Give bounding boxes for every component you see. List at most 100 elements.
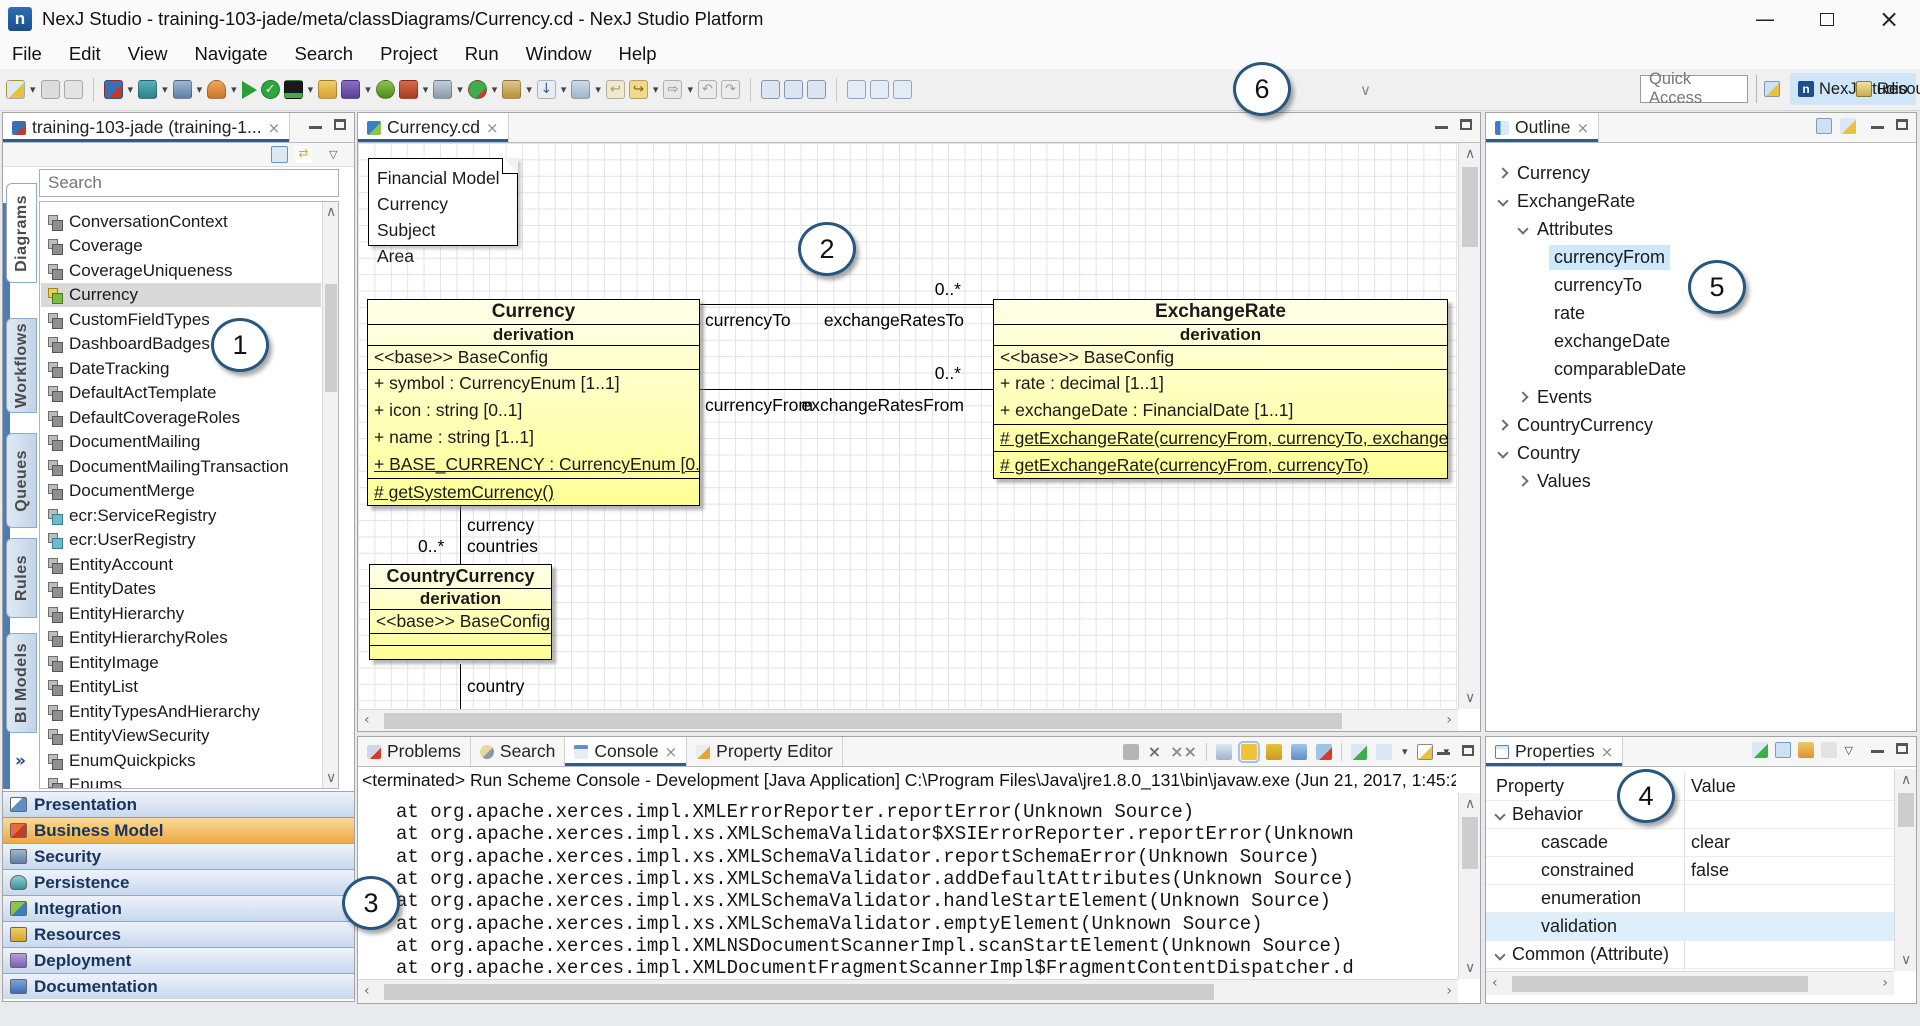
class-exchange-rate[interactable]: ExchangeRate derivation <<base>> BaseCon… <box>993 299 1448 479</box>
property-value[interactable]: false <box>1691 860 1729 881</box>
class-attribute-static[interactable]: + BASE_CURRENCY : CurrencyEnum [0..1] <box>368 451 699 478</box>
new-wizard-caret-icon[interactable]: ▾ <box>30 83 36 96</box>
scrollbar-thumb[interactable] <box>384 713 1342 729</box>
navigator-search-input[interactable] <box>39 169 339 197</box>
import-caret-icon[interactable]: ▾ <box>561 83 567 96</box>
tab-properties[interactable]: Properties × <box>1486 737 1623 766</box>
scrollbar-thumb[interactable] <box>384 984 1214 1000</box>
maximize-panel-icon[interactable] <box>1460 119 1472 130</box>
menu-window[interactable]: Window <box>526 43 592 65</box>
model-icon[interactable] <box>104 80 123 99</box>
layer-integration[interactable]: Integration <box>3 895 354 921</box>
minimize-panel-icon[interactable] <box>1435 120 1448 129</box>
minimize-panel-icon[interactable] <box>309 120 322 129</box>
menu-run[interactable]: Run <box>465 43 499 65</box>
assoc-role-currency[interactable]: currency <box>467 515 534 536</box>
column-header-value[interactable]: Value <box>1691 776 1736 797</box>
display-console-caret-icon[interactable]: ▾ <box>1402 745 1408 758</box>
layer-presentation[interactable]: Presentation <box>3 791 354 817</box>
report-caret-icon[interactable]: ▾ <box>457 83 463 96</box>
assoc-role-countries[interactable]: countries <box>467 536 538 557</box>
new-property-icon[interactable] <box>1752 742 1768 758</box>
properties-vscrollbar[interactable]: ∧ ∨ <box>1894 769 1916 971</box>
console-vscrollbar[interactable]: ∧ ∨ <box>1458 793 1480 979</box>
quick-access-input[interactable]: Quick Access <box>1640 75 1748 103</box>
scroll-right-icon[interactable]: › <box>1446 713 1452 727</box>
chevron-right-icon[interactable] <box>1517 475 1528 486</box>
publish-caret-icon[interactable]: ▾ <box>423 83 429 96</box>
tree-node-comparableDate[interactable]: comparableDate <box>1486 355 1914 383</box>
close-icon[interactable]: × <box>268 119 281 137</box>
maximize-panel-icon[interactable] <box>1896 119 1908 130</box>
scroll-up-icon[interactable]: ∧ <box>1901 773 1911 787</box>
open-perspective-icon[interactable] <box>1764 81 1780 97</box>
menu-file[interactable]: File <box>12 43 42 65</box>
scroll-up-icon[interactable]: ∧ <box>326 205 336 219</box>
menu-help[interactable]: Help <box>618 43 656 65</box>
perspective-resource-button[interactable]: Resource <box>1848 73 1920 105</box>
close-icon[interactable]: × <box>1601 743 1614 761</box>
scheme-run-icon[interactable] <box>468 80 487 99</box>
package-icon[interactable] <box>318 80 337 99</box>
close-icon[interactable]: × <box>1576 119 1589 137</box>
list-item[interactable]: DefaultActTemplate <box>41 381 321 405</box>
scroll-left-icon[interactable]: ‹ <box>1492 976 1498 990</box>
scroll-left-icon[interactable]: ‹ <box>364 713 370 727</box>
tab-property-editor[interactable]: Property Editor <box>687 737 843 766</box>
console-launch-icon[interactable] <box>284 80 303 99</box>
property-group-common-attribute[interactable]: Common (Attribute) <box>1486 941 1894 969</box>
display-console-icon[interactable] <box>1376 744 1392 760</box>
show-console-on-error-icon[interactable] <box>1316 744 1332 760</box>
forward-caret-icon[interactable]: ▾ <box>687 83 693 96</box>
list-item[interactable]: DocumentMailingTransaction <box>41 455 321 479</box>
chevron-down-icon[interactable] <box>1494 809 1505 820</box>
server-icon[interactable] <box>173 80 192 99</box>
class-attribute[interactable]: + symbol : CurrencyEnum [1..1] <box>368 370 699 397</box>
new-wizard-icon[interactable] <box>6 80 25 99</box>
chevron-right-icon[interactable] <box>1497 167 1508 178</box>
tree-node-exchangeDate[interactable]: exchangeDate <box>1486 327 1914 355</box>
scrollbar-thumb[interactable] <box>325 284 337 392</box>
redo-caret-icon[interactable]: ▾ <box>653 83 659 96</box>
layer-documentation[interactable]: Documentation <box>3 973 354 999</box>
list-item[interactable]: Coverage <box>41 234 321 258</box>
console-launch-caret-icon[interactable]: ▾ <box>308 83 314 96</box>
assoc-role-exchangeRatesFrom[interactable]: exchangeRatesFrom <box>802 395 964 416</box>
navigator-tab[interactable]: training-103-jade (training-1... × <box>3 113 290 142</box>
terminate-icon[interactable] <box>1123 744 1139 760</box>
side-tab-diagrams[interactable]: Diagrams <box>6 183 37 283</box>
chevron-right-icon[interactable] <box>1517 391 1528 402</box>
scrollbar-thumb[interactable] <box>1512 976 1808 992</box>
side-tab-queues[interactable]: Queues <box>6 433 37 528</box>
chevron-down-icon[interactable] <box>1497 195 1508 206</box>
association-currencyFrom-line[interactable] <box>699 389 993 390</box>
property-row-constrained[interactable]: constrained false <box>1486 857 1894 885</box>
view-menu-caret-icon[interactable]: ▽ <box>329 148 337 161</box>
scroll-right-icon[interactable]: › <box>1446 984 1452 998</box>
remove-launch-icon[interactable]: × <box>1148 742 1161 761</box>
menu-project[interactable]: Project <box>380 43 438 65</box>
window-minimize-button[interactable]: — <box>1734 0 1796 38</box>
chevron-down-icon[interactable] <box>1494 949 1505 960</box>
table-view-icon[interactable] <box>1840 118 1856 134</box>
export-image-icon[interactable] <box>571 80 590 99</box>
assoc-mult-to[interactable]: 0..* <box>935 279 961 300</box>
list-item[interactable]: ecr:ServiceRegistry <box>41 504 321 528</box>
tab-problems[interactable]: Problems <box>358 737 471 766</box>
list-item[interactable]: EntityDates <box>41 577 321 601</box>
scrollbar-thumb[interactable] <box>1462 167 1478 247</box>
debug-icon[interactable] <box>376 80 395 99</box>
diagram-canvas[interactable]: Financial Model Currency Subject Area cu… <box>358 143 1458 709</box>
align-center-icon[interactable] <box>870 80 889 99</box>
scheme-run-caret-icon[interactable]: ▾ <box>492 83 498 96</box>
assoc-role-currencyFrom[interactable]: currencyFrom <box>705 395 813 416</box>
list-item[interactable]: ConversationContext <box>41 210 321 234</box>
diagram-note[interactable]: Financial Model Currency Subject Area <box>368 158 518 246</box>
list-item[interactable]: EntityTypesAndHierarchy <box>41 700 321 724</box>
association-country-line[interactable] <box>460 664 461 709</box>
scroll-down-icon[interactable]: ∨ <box>1465 691 1475 705</box>
tree-view-icon[interactable] <box>1816 118 1832 134</box>
minimize-panel-icon[interactable] <box>1871 744 1884 753</box>
pin-console-icon[interactable] <box>1351 744 1367 760</box>
window-close-button[interactable]: × <box>1858 0 1920 38</box>
